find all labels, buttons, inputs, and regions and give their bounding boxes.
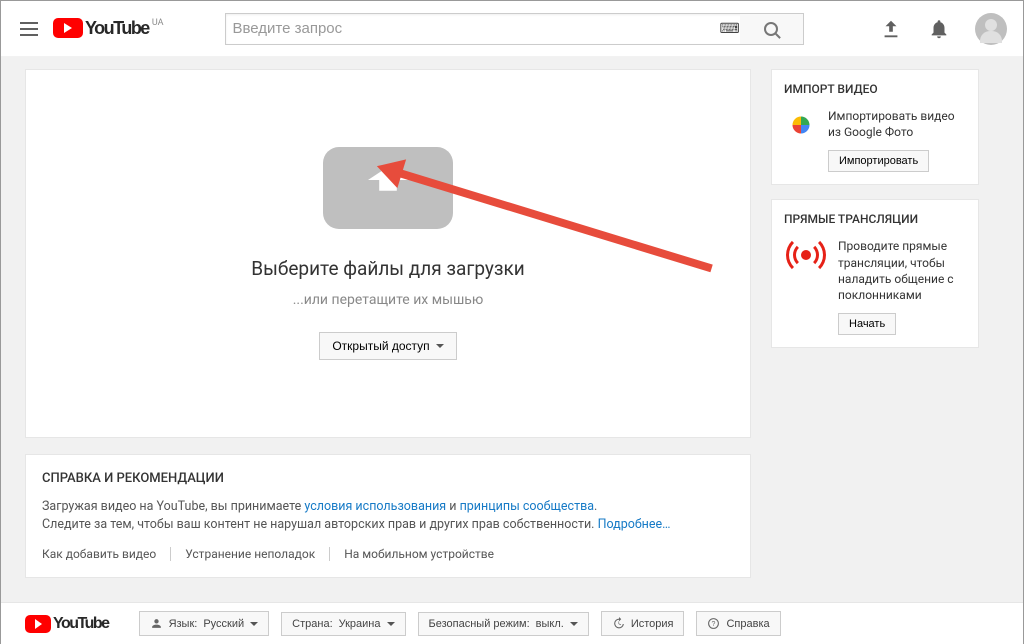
- person-icon: [150, 617, 163, 630]
- help-link-howto[interactable]: Как добавить видео: [42, 547, 171, 561]
- chevron-down-icon: [250, 622, 258, 626]
- privacy-label: Открытый доступ: [332, 339, 429, 353]
- import-text: Импортировать видео из Google Фото: [828, 108, 966, 140]
- search-form: ⌨: [225, 13, 803, 45]
- country-picker[interactable]: Страна: Украина: [281, 612, 405, 636]
- search-button[interactable]: [740, 13, 804, 45]
- privacy-dropdown[interactable]: Открытый доступ: [319, 332, 456, 360]
- live-card: ПРЯМЫЕ ТРАНСЛЯЦИИ Проводите прямые транс…: [771, 199, 979, 348]
- sidebar-column: ИМПОРТ ВИДЕО Импортировать видео из Goog…: [771, 69, 979, 578]
- upload-title: Выберите файлы для загрузки: [251, 257, 525, 280]
- help-icon: ?: [707, 617, 720, 630]
- tos-link[interactable]: условия использования: [304, 499, 446, 514]
- guide-button[interactable]: [17, 17, 41, 41]
- search-input[interactable]: [225, 13, 749, 45]
- history-button[interactable]: История: [601, 611, 685, 636]
- logo-play-icon: [25, 615, 51, 633]
- live-button[interactable]: Начать: [838, 313, 896, 335]
- logo-region: UA: [152, 18, 164, 28]
- help-button[interactable]: ? Справка: [696, 611, 780, 636]
- help-link-troubleshoot[interactable]: Устранение неполадок: [171, 547, 330, 561]
- chevron-down-icon: [387, 622, 395, 626]
- help-links: Как добавить видео Устранение неполадок …: [42, 547, 734, 561]
- live-icon: [784, 238, 828, 272]
- notifications-icon[interactable]: [927, 17, 951, 41]
- help-text: Загружая видео на YouTube, вы принимаете…: [42, 498, 734, 536]
- more-link[interactable]: Подробнее…: [598, 517, 671, 532]
- logo[interactable]: YouTube UA: [53, 18, 163, 39]
- chevron-down-icon: [436, 344, 444, 348]
- keyboard-icon[interactable]: ⌨: [719, 21, 739, 37]
- chevron-down-icon: [570, 622, 578, 626]
- footer-logo-text: YouTube: [53, 615, 109, 633]
- masthead: YouTube UA ⌨: [1, 1, 1023, 57]
- history-icon: [612, 617, 625, 630]
- live-title: ПРЯМЫЕ ТРАНСЛЯЦИИ: [784, 212, 966, 226]
- import-card: ИМПОРТ ВИДЕО Импортировать видео из Goog…: [771, 69, 979, 185]
- content: Выберите файлы для загрузки ...или перет…: [1, 57, 1023, 602]
- help-link-mobile[interactable]: На мобильном устройстве: [330, 547, 508, 561]
- upload-panel[interactable]: Выберите файлы для загрузки ...или перет…: [25, 69, 751, 438]
- upload-icon[interactable]: [879, 17, 903, 41]
- footer: YouTube Язык: Русский Страна: Украина Бе…: [1, 602, 1023, 644]
- avatar[interactable]: [975, 13, 1007, 45]
- search-icon: [764, 22, 778, 36]
- import-button[interactable]: Импортировать: [828, 150, 929, 172]
- help-panel: СПРАВКА И РЕКОМЕНДАЦИИ Загружая видео на…: [25, 454, 751, 579]
- masthead-right: [879, 13, 1007, 45]
- logo-play-icon: [53, 18, 83, 38]
- help-title: СПРАВКА И РЕКОМЕНДАЦИИ: [42, 471, 734, 486]
- footer-logo[interactable]: YouTube: [25, 615, 109, 633]
- svg-text:?: ?: [712, 621, 716, 628]
- live-text: Проводите прямые трансляции, чтобы налад…: [838, 238, 966, 303]
- guidelines-link[interactable]: принципы сообщества: [460, 499, 594, 514]
- google-photos-icon: [784, 108, 818, 142]
- upload-subtitle: ...или перетащите их мышью: [293, 292, 484, 308]
- language-picker[interactable]: Язык: Русский: [139, 611, 270, 636]
- safemode-picker[interactable]: Безопасный режим: выкл.: [418, 612, 589, 636]
- import-title: ИМПОРТ ВИДЕО: [784, 82, 966, 96]
- logo-text: YouTube: [85, 18, 149, 39]
- main-column: Выберите файлы для загрузки ...или перет…: [25, 69, 751, 578]
